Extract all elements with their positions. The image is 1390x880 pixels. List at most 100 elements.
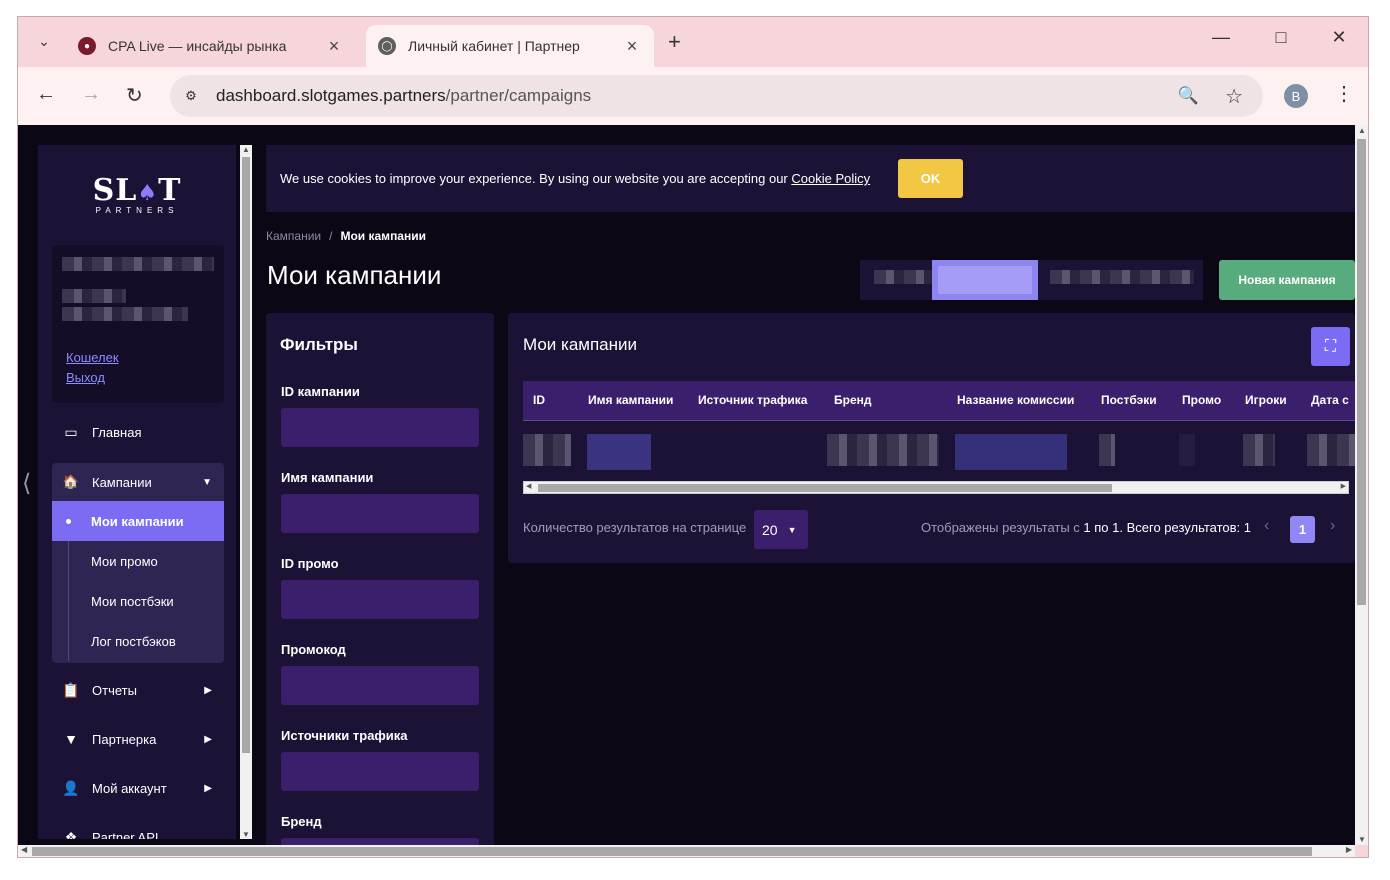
column-header[interactable]: ID (533, 393, 545, 407)
url-text[interactable]: dashboard.slotgames.partners/partner/cam… (216, 86, 591, 106)
main-content: We use cookies to improve your experienc… (266, 145, 1355, 845)
sidebar-item-label: Отчеты (92, 682, 137, 698)
scroll-left-icon[interactable]: ◀ (526, 482, 531, 490)
prev-page-icon[interactable]: ‹ (1264, 517, 1269, 535)
promocode-input[interactable] (281, 666, 479, 705)
column-header[interactable]: Дата с (1311, 393, 1349, 407)
new-campaign-button[interactable]: Новая кампания (1219, 260, 1355, 300)
table-row[interactable] (523, 422, 1355, 474)
sidebar-item-my-promo[interactable]: Мои промо (52, 541, 224, 581)
close-window-icon[interactable]: ✕ (1324, 27, 1354, 48)
page-vertical-scrollbar[interactable]: ▲ ▼ (1355, 125, 1368, 845)
redacted-cell (955, 434, 1067, 470)
browser-menu-icon[interactable]: ⋮ (1334, 81, 1354, 106)
back-icon[interactable]: ← (36, 83, 56, 106)
results-summary: Отображены результаты с 1 по 1. Всего ре… (920, 520, 1251, 535)
scrollbar-thumb[interactable] (1357, 139, 1366, 605)
page-horizontal-scrollbar[interactable]: ◀ ▶ (18, 845, 1355, 857)
forward-icon[interactable]: → (81, 83, 101, 106)
sidebar-item-reports[interactable]: 📋 Отчеты ▶ (52, 670, 224, 710)
new-tab-icon[interactable]: + (668, 29, 681, 55)
page-title: Мои кампании (267, 260, 442, 290)
filters-panel: Фильтры ID кампании Имя кампании ID пром… (266, 313, 494, 845)
redacted-cell (1179, 434, 1195, 466)
sidebar-scrollbar[interactable]: ▲ ▼ (240, 145, 252, 839)
cookie-policy-link[interactable]: Cookie Policy (791, 171, 870, 186)
column-header[interactable]: Имя кампании (588, 393, 673, 407)
scroll-down-icon[interactable]: ▼ (1358, 835, 1366, 844)
tab-search-button[interactable]: ⌄ (30, 27, 58, 55)
column-header[interactable]: Бренд (834, 393, 872, 407)
campaigns-icon: 🏠 (62, 474, 80, 489)
redacted-cell (523, 434, 571, 466)
clipboard-icon: 📋 (62, 681, 80, 698)
promo-id-input[interactable] (281, 580, 479, 619)
sidebar-item-my-postbacks[interactable]: Мои постбэки (52, 581, 224, 621)
scrollbar-thumb[interactable] (538, 484, 1112, 492)
sidebar-item-partner[interactable]: ▼ Партнерка ▶ (52, 719, 224, 759)
column-header[interactable]: Промо (1182, 393, 1221, 407)
scroll-right-icon[interactable]: ▶ (1346, 845, 1352, 854)
address-bar[interactable]: ⚙ dashboard.slotgames.partners/partner/c… (170, 75, 1263, 117)
cpa-favicon-icon: ● (78, 37, 96, 55)
sidebar-item-home[interactable]: ▭ Главная (52, 412, 224, 452)
tab-title: CPA Live — инсайды рынка (108, 38, 287, 54)
logout-link[interactable]: Выход (66, 370, 105, 385)
redacted-cell (587, 434, 651, 470)
campaign-id-input[interactable] (281, 408, 479, 447)
tab-partner-cabinet[interactable]: ◯ Личный кабинет | Партнер × (366, 25, 654, 67)
sidebar-item-campaigns[interactable]: 🏠 Кампании ▼ (52, 463, 224, 501)
sidebar-item-api[interactable]: ❖ Partner API (52, 817, 224, 840)
brand-input[interactable] (281, 838, 479, 845)
filter-label: Имя кампании (281, 470, 374, 485)
tab-cpa-live[interactable]: ● CPA Live — инсайды рынка × (66, 25, 356, 67)
next-page-icon[interactable]: › (1330, 517, 1335, 535)
reload-icon[interactable]: ↻ (126, 83, 143, 108)
close-tab-icon[interactable]: × (622, 36, 642, 57)
minimize-icon[interactable]: — (1206, 27, 1236, 48)
profile-avatar[interactable]: B (1284, 84, 1308, 108)
slot-partners-logo[interactable]: SL♠T PARTNERS (38, 173, 236, 215)
sidebar-item-my-campaigns[interactable]: Мои кампании (52, 501, 224, 541)
scroll-left-icon[interactable]: ◀ (21, 845, 27, 854)
sidebar: SL♠T PARTNERS Кошелек Выход ▭ Главная 🏠 … (38, 145, 236, 839)
table-horizontal-scrollbar[interactable]: ◀ ▶ (523, 481, 1349, 494)
zoom-icon[interactable]: 🔍 (1178, 86, 1199, 106)
column-header[interactable]: Источник трафика (698, 393, 807, 407)
bookmark-star-icon[interactable]: ☆ (1225, 84, 1243, 109)
sidebar-item-label: Главная (92, 424, 142, 440)
sidebar-item-label: Мои промо (91, 553, 158, 569)
sidebar-item-label: Кампании (92, 474, 152, 490)
site-info-icon[interactable]: ⚙ (178, 83, 204, 109)
redacted-header-controls (860, 260, 1203, 300)
scroll-right-icon[interactable]: ▶ (1341, 482, 1346, 490)
scrollbar-thumb[interactable] (242, 157, 250, 753)
collapse-sidebar-icon[interactable]: ⟨ (22, 469, 31, 498)
campaign-name-input[interactable] (281, 494, 479, 533)
filter-label: ID кампании (281, 384, 360, 399)
column-header[interactable]: Постбэки (1101, 393, 1157, 407)
wallet-link[interactable]: Кошелек (66, 350, 119, 365)
cookie-text: We use cookies to improve your experienc… (280, 171, 871, 186)
column-header[interactable]: Название комиссии (957, 393, 1074, 407)
scroll-up-icon[interactable]: ▲ (242, 145, 250, 154)
close-tab-icon[interactable]: × (324, 36, 344, 57)
sidebar-item-postback-log[interactable]: Лог постбэков (52, 621, 224, 661)
maximize-icon[interactable]: □ (1266, 27, 1296, 48)
sidebar-item-account[interactable]: 👤 Мой аккаунт ▶ (52, 768, 224, 808)
cookie-ok-button[interactable]: OK (898, 159, 963, 198)
redacted-username (62, 257, 214, 271)
current-page-button[interactable]: 1 (1290, 516, 1315, 543)
column-header[interactable]: Игроки (1245, 393, 1287, 407)
filter-label: ID промо (281, 556, 339, 571)
fullscreen-button[interactable]: ⛶ (1311, 327, 1350, 366)
scroll-down-icon[interactable]: ▼ (242, 830, 250, 839)
sidebar-item-label: Partner API (92, 829, 159, 840)
chevron-right-icon: ▶ (204, 782, 212, 794)
scroll-up-icon[interactable]: ▲ (1358, 126, 1366, 135)
breadcrumb-root[interactable]: Кампании (266, 229, 321, 243)
scrollbar-thumb[interactable] (32, 847, 1312, 856)
filter-label: Источники трафика (281, 728, 408, 743)
per-page-select[interactable]: 20 ▼ (754, 510, 808, 549)
traffic-source-input[interactable] (281, 752, 479, 791)
